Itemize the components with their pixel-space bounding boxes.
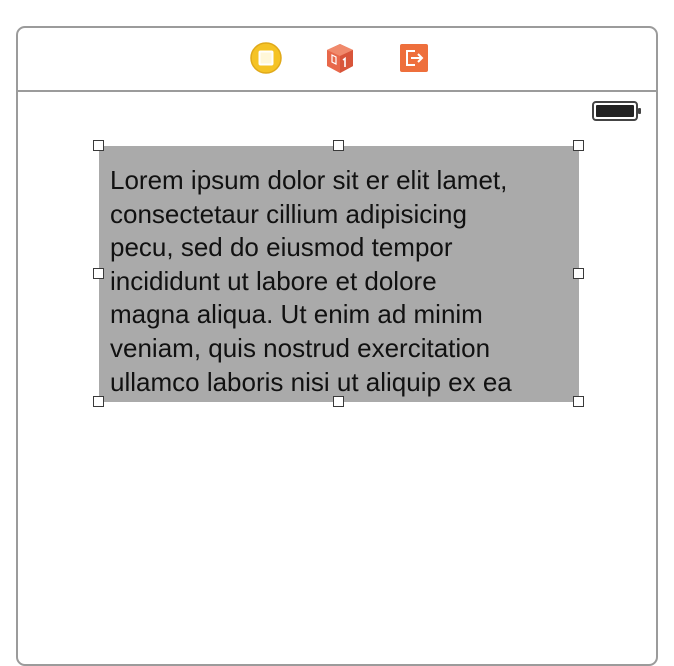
scene-view-controller[interactable]: Lorem ipsum dolor sit er elit lamet, con… xyxy=(16,26,658,666)
text-view[interactable]: Lorem ipsum dolor sit er elit lamet, con… xyxy=(99,146,579,402)
exit-icon[interactable] xyxy=(398,42,430,74)
scene-dock xyxy=(18,28,656,92)
resize-handle-top-right[interactable] xyxy=(573,140,584,151)
resize-handle-bottom-left[interactable] xyxy=(93,396,104,407)
resize-handle-middle-right[interactable] xyxy=(573,268,584,279)
resize-handle-top-left[interactable] xyxy=(93,140,104,151)
resize-handle-top-center[interactable] xyxy=(333,140,344,151)
resize-handle-bottom-right[interactable] xyxy=(573,396,584,407)
battery-icon xyxy=(592,100,642,122)
view-controller-icon[interactable] xyxy=(250,42,282,74)
resize-handle-middle-left[interactable] xyxy=(93,268,104,279)
first-responder-icon[interactable] xyxy=(324,42,356,74)
resize-handle-bottom-center[interactable] xyxy=(333,396,344,407)
